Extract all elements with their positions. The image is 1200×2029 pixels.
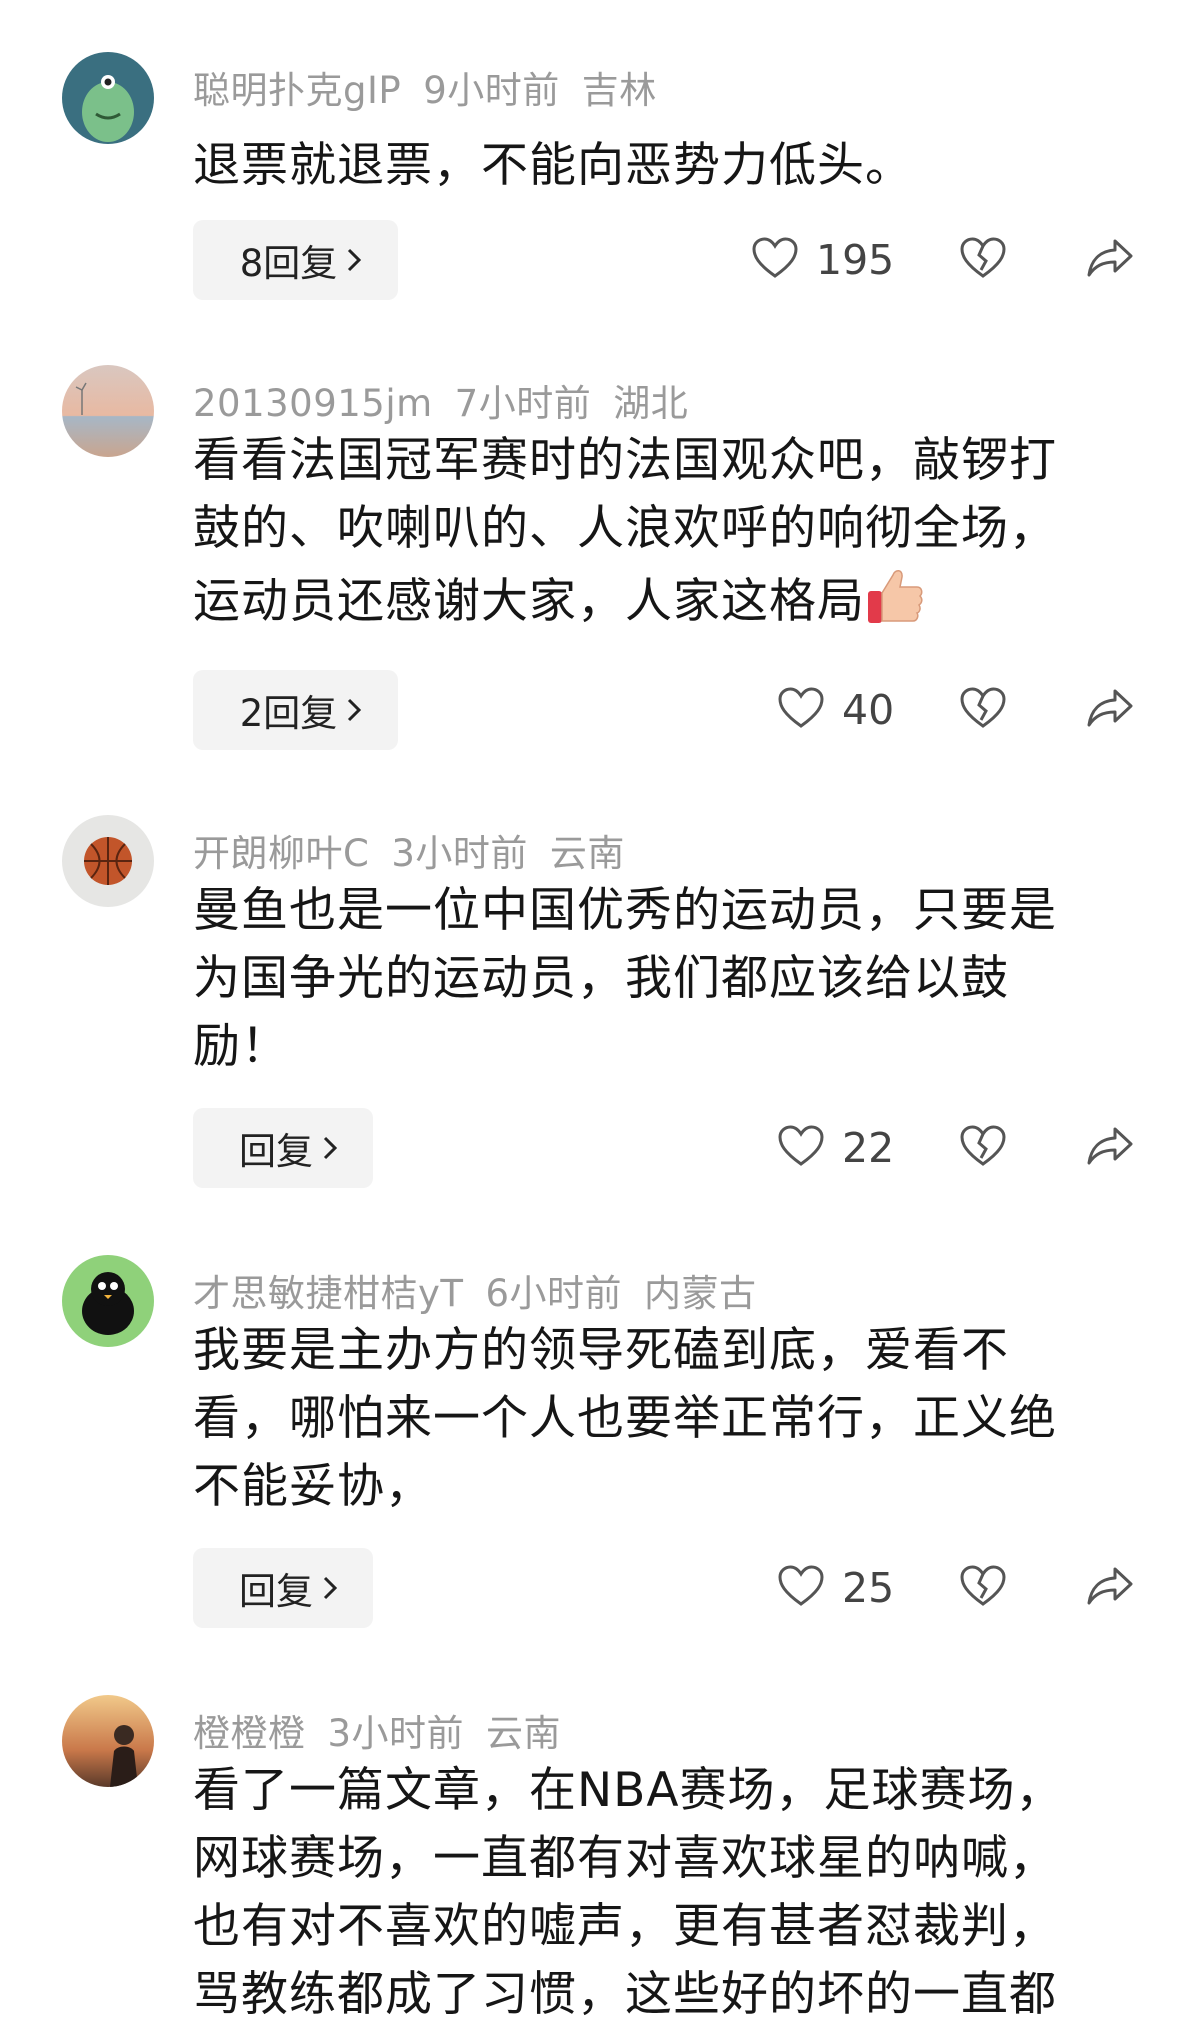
reply-label: 回复 bbox=[239, 1130, 313, 1173]
share-button[interactable] bbox=[1085, 670, 1135, 750]
username[interactable]: 20130915jm bbox=[193, 382, 433, 425]
location: 云南 bbox=[549, 832, 625, 875]
timestamp: 3小时前 bbox=[391, 832, 528, 875]
comment-meta: 聪明扑克gIP 9小时前 吉林 bbox=[193, 60, 679, 114]
chevron-right-icon bbox=[321, 1567, 339, 1610]
comment-text: 退票就退票，不能向恶势力低头。 bbox=[193, 132, 1153, 200]
timestamp: 3小时前 bbox=[327, 1712, 465, 1755]
location: 吉林 bbox=[581, 69, 657, 112]
avatar[interactable] bbox=[62, 1695, 154, 1787]
comment-meta: 开朗柳叶C 3小时前 云南 bbox=[193, 823, 647, 877]
reply-button[interactable]: 回复 bbox=[193, 1548, 373, 1628]
thumbs-up-emoji-icon bbox=[865, 563, 925, 627]
share-arrow-icon bbox=[1085, 687, 1135, 733]
username[interactable]: 橙橙橙 bbox=[193, 1712, 306, 1755]
dislike-button[interactable] bbox=[960, 1548, 1006, 1628]
like-button[interactable]: 25 bbox=[778, 1548, 894, 1628]
avatar[interactable] bbox=[62, 52, 154, 144]
like-count: 25 bbox=[842, 1564, 895, 1612]
comment-text: 我要是主办方的领导死磕到底，爱看不 看，哪怕来一个人也要举正常行，正义绝 不能妥… bbox=[193, 1317, 1153, 1521]
avatar[interactable] bbox=[62, 1255, 154, 1347]
comment-text: 看看法国冠军赛时的法国观众吧，敲锣打 鼓的、吹喇叭的、人浪欢呼的响彻全场， 运动… bbox=[193, 427, 1153, 636]
comment-line: 看，哪怕来一个人也要举正常行，正义绝 bbox=[193, 1391, 1057, 1446]
comment-meta: 20130915jm 7小时前 湖北 bbox=[193, 373, 710, 427]
share-arrow-icon bbox=[1085, 1125, 1135, 1171]
broken-heart-icon bbox=[960, 687, 1006, 733]
chevron-right-icon bbox=[345, 689, 363, 732]
dislike-button[interactable] bbox=[960, 220, 1006, 300]
like-button[interactable]: 40 bbox=[778, 670, 894, 750]
comment-text: 曼鱼也是一位中国优秀的运动员，只要是 为国争光的运动员，我们都应该给以鼓 励！ bbox=[193, 877, 1153, 1081]
broken-heart-icon bbox=[960, 237, 1006, 283]
heart-outline-icon bbox=[778, 687, 824, 733]
comment-line: 我要是主办方的领导死磕到底，爱看不 bbox=[193, 1323, 1009, 1378]
username[interactable]: 才思敏捷柑桔yT bbox=[193, 1272, 464, 1315]
username[interactable]: 聪明扑克gIP bbox=[193, 69, 401, 112]
timestamp: 9小时前 bbox=[423, 69, 560, 112]
comment-line: 不能妥协， bbox=[193, 1459, 433, 1514]
share-button[interactable] bbox=[1085, 1548, 1135, 1628]
comment-actions: 25 bbox=[740, 1548, 1140, 1628]
heart-outline-icon bbox=[778, 1125, 824, 1171]
share-arrow-icon bbox=[1085, 237, 1135, 283]
comment-line: 网球赛场，一直都有对喜欢球星的呐喊， bbox=[193, 1831, 1057, 1886]
comment-line: 鼓的、吹喇叭的、人浪欢呼的响彻全场， bbox=[193, 501, 1057, 556]
avatar[interactable] bbox=[62, 365, 154, 457]
comment-line: 看看法国冠军赛时的法国观众吧，敲锣打 bbox=[193, 433, 1057, 488]
comment-line: 励！ bbox=[193, 1019, 289, 1074]
username[interactable]: 开朗柳叶C bbox=[193, 832, 369, 875]
reply-button[interactable]: 2回复 bbox=[193, 670, 398, 750]
comment-line: 曼鱼也是一位中国优秀的运动员，只要是 bbox=[193, 883, 1057, 938]
comment-line: 运动员还感谢大家，人家这格局 bbox=[193, 574, 865, 629]
broken-heart-icon bbox=[960, 1565, 1006, 1611]
like-count: 195 bbox=[816, 236, 895, 284]
like-count: 40 bbox=[842, 686, 895, 734]
reply-button[interactable]: 8回复 bbox=[193, 220, 398, 300]
comment-line: 骂教练都成了习惯，这些好的坏的一直都 bbox=[193, 1967, 1057, 2022]
comment-actions: 40 bbox=[740, 670, 1140, 750]
timestamp: 6小时前 bbox=[485, 1272, 623, 1315]
avatar[interactable] bbox=[62, 815, 154, 907]
comment-line-with-emoji: 运动员还感谢大家，人家这格局 bbox=[193, 563, 1153, 636]
share-button[interactable] bbox=[1085, 220, 1135, 300]
share-arrow-icon bbox=[1085, 1565, 1135, 1611]
reply-label: 8回复 bbox=[239, 242, 338, 285]
dislike-button[interactable] bbox=[960, 1108, 1006, 1188]
comment-text: 看了一篇文章，在NBA赛场，足球赛场， 网球赛场，一直都有对喜欢球星的呐喊， 也… bbox=[193, 1757, 1153, 2029]
comment-actions: 195 bbox=[740, 220, 1140, 300]
comment-line: 看了一篇文章，在NBA赛场，足球赛场， bbox=[193, 1763, 1064, 1818]
location: 湖北 bbox=[613, 382, 689, 425]
like-count: 22 bbox=[842, 1124, 895, 1172]
broken-heart-icon bbox=[960, 1125, 1006, 1171]
reply-label: 2回复 bbox=[239, 692, 338, 735]
timestamp: 7小时前 bbox=[454, 382, 592, 425]
comment-meta: 橙橙橙 3小时前 云南 bbox=[193, 1703, 583, 1757]
chevron-right-icon bbox=[321, 1127, 339, 1170]
heart-outline-icon bbox=[752, 237, 798, 283]
comment-meta: 才思敏捷柑桔yT 6小时前 内蒙古 bbox=[193, 1263, 779, 1317]
like-button[interactable]: 22 bbox=[778, 1108, 894, 1188]
share-button[interactable] bbox=[1085, 1108, 1135, 1188]
location: 云南 bbox=[486, 1712, 562, 1755]
comment-line: 也有对不喜欢的嘘声，更有甚者怼裁判， bbox=[193, 1899, 1057, 1954]
location: 内蒙古 bbox=[644, 1272, 757, 1315]
comment-line: 为国争光的运动员，我们都应该给以鼓 bbox=[193, 951, 1009, 1006]
dislike-button[interactable] bbox=[960, 670, 1006, 750]
chevron-right-icon bbox=[345, 239, 363, 282]
comment-actions: 22 bbox=[740, 1108, 1140, 1188]
like-button[interactable]: 195 bbox=[752, 220, 894, 300]
reply-label: 回复 bbox=[239, 1570, 313, 1613]
heart-outline-icon bbox=[778, 1565, 824, 1611]
comment-line: 退票就退票，不能向恶势力低头。 bbox=[193, 138, 913, 193]
reply-button[interactable]: 回复 bbox=[193, 1108, 373, 1188]
